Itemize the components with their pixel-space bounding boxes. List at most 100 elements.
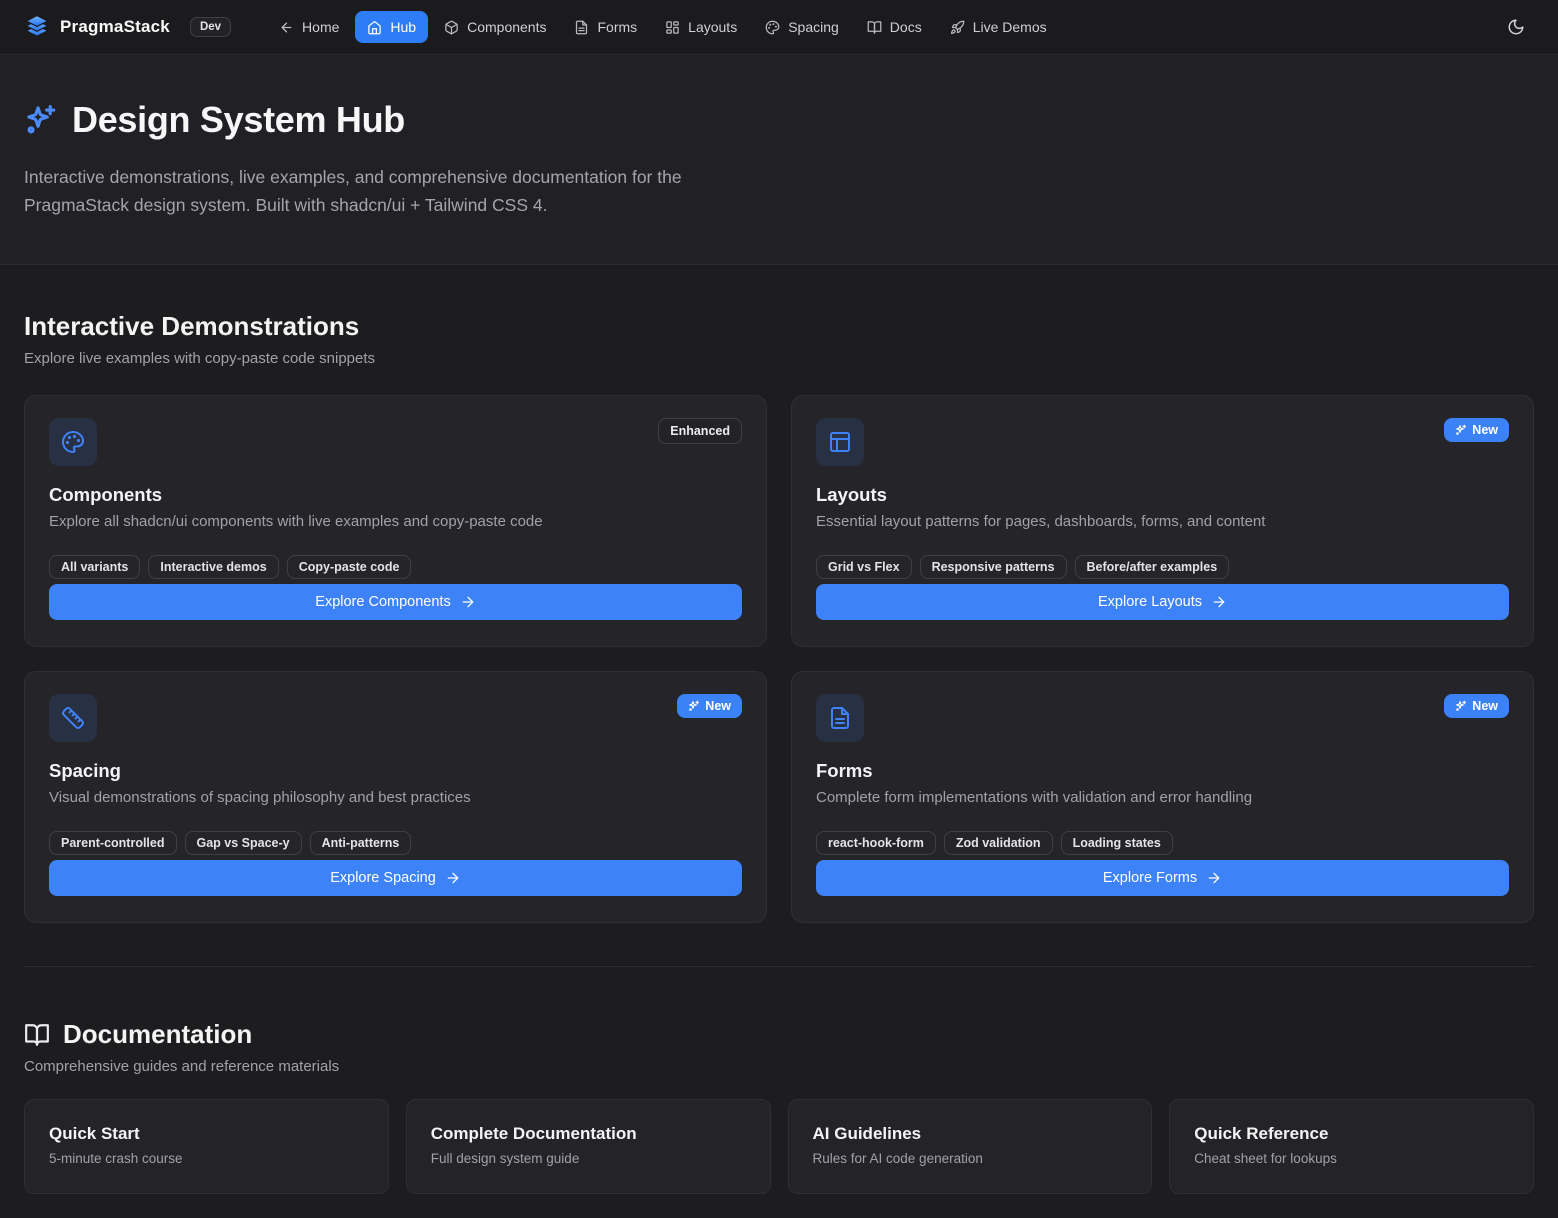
- doc-card-title: Complete Documentation: [431, 1124, 746, 1144]
- main-content: Interactive Demonstrations Explore live …: [0, 311, 1558, 1211]
- package-icon: [444, 20, 459, 35]
- brand-name: PragmaStack: [60, 17, 170, 37]
- feature-tag: All variants: [49, 555, 140, 579]
- arrow-right-icon: [445, 870, 461, 886]
- feature-tag: Responsive patterns: [920, 555, 1067, 579]
- page-title: Design System Hub: [72, 99, 405, 141]
- demo-card-components: Enhanced Components Explore all shadcn/u…: [24, 395, 767, 647]
- explore-components-button[interactable]: Explore Components: [49, 584, 742, 620]
- demos-section-heading: Interactive Demonstrations: [24, 311, 1534, 342]
- feature-tag: Gap vs Space-y: [185, 831, 302, 855]
- book-open-icon: [24, 1022, 50, 1048]
- docs-section-heading: Documentation: [63, 1019, 252, 1050]
- tag-row: react-hook-formZod validationLoading sta…: [816, 831, 1509, 855]
- doc-card-subtitle: Full design system guide: [431, 1151, 746, 1166]
- card-description: Complete form implementations with valid…: [816, 789, 1509, 806]
- nav-item-live-demos[interactable]: Live Demos: [938, 11, 1059, 43]
- nav-item-docs[interactable]: Docs: [855, 11, 934, 43]
- file-text-icon: [816, 694, 864, 742]
- arrow-right-icon: [1211, 594, 1227, 610]
- doc-card-title: Quick Reference: [1194, 1124, 1509, 1144]
- palette-icon: [49, 418, 97, 466]
- doc-card-ai-guidelines[interactable]: AI Guidelines Rules for AI code generati…: [788, 1099, 1153, 1194]
- docs-section-subheading: Comprehensive guides and reference mater…: [24, 1058, 1534, 1075]
- layers-logo-icon: [24, 14, 50, 40]
- palette-icon: [765, 20, 780, 35]
- sparkles-icon: [1455, 424, 1467, 436]
- feature-tag: Interactive demos: [148, 555, 278, 579]
- card-description: Visual demonstrations of spacing philoso…: [49, 789, 742, 806]
- card-title: Layouts: [816, 484, 1509, 506]
- layout-dashboard-icon: [665, 20, 680, 35]
- doc-card-subtitle: Cheat sheet for lookups: [1194, 1151, 1509, 1166]
- doc-card-complete-documentation[interactable]: Complete Documentation Full design syste…: [406, 1099, 771, 1194]
- section-divider: [24, 966, 1534, 967]
- arrow-right-icon: [1206, 870, 1222, 886]
- new-badge: New: [1444, 418, 1509, 442]
- doc-card-quick-reference[interactable]: Quick Reference Cheat sheet for lookups: [1169, 1099, 1534, 1194]
- feature-tag: Copy-paste code: [287, 555, 412, 579]
- new-badge: New: [1444, 694, 1509, 718]
- card-title: Components: [49, 484, 742, 506]
- demo-card-spacing: New Spacing Visual demonstrations of spa…: [24, 671, 767, 923]
- card-description: Explore all shadcn/ui components with li…: [49, 513, 742, 530]
- home-icon: [367, 20, 382, 35]
- book-open-icon: [867, 20, 882, 35]
- theme-toggle-button[interactable]: [1498, 9, 1534, 45]
- nav-item-hub[interactable]: Hub: [355, 11, 428, 43]
- nav-item-label: Spacing: [788, 19, 839, 35]
- arrow-right-icon: [460, 594, 476, 610]
- nav-item-label: Components: [467, 19, 546, 35]
- tag-row: Grid vs Flex Responsive patterns Before/af…: [816, 555, 1509, 579]
- demos-section-subheading: Explore live examples with copy-paste co…: [24, 350, 1534, 367]
- feature-tag: Loading states: [1061, 831, 1173, 855]
- ruler-icon: [49, 694, 97, 742]
- nav-item-components[interactable]: Components: [432, 11, 558, 43]
- feature-tag: Grid vs Flex: [816, 555, 912, 579]
- nav-item-label: Hub: [390, 19, 416, 35]
- new-badge: New: [677, 694, 742, 718]
- nav-item-label: Docs: [890, 19, 922, 35]
- file-text-icon: [574, 20, 589, 35]
- feature-tag: Parent-controlled: [49, 831, 177, 855]
- card-description: Essential layout patterns for pages, das…: [816, 513, 1509, 530]
- doc-card-subtitle: Rules for AI code generation: [813, 1151, 1128, 1166]
- rocket-icon: [950, 20, 965, 35]
- demo-card-grid: Enhanced Components Explore all shadcn/u…: [24, 395, 1534, 923]
- feature-tag: Anti-patterns: [310, 831, 412, 855]
- main-nav: Home Hub Components Forms Layouts Spacing Docs…: [267, 11, 1059, 43]
- nav-item-home[interactable]: Home: [267, 11, 351, 43]
- nav-item-spacing[interactable]: Spacing: [753, 11, 851, 43]
- feature-tag: react-hook-form: [816, 831, 936, 855]
- tag-row: Parent-controlled Gap vs Space-y Anti-patt…: [49, 831, 742, 855]
- sparkles-icon: [688, 700, 700, 712]
- brand[interactable]: PragmaStack Dev: [24, 14, 231, 40]
- explore-forms-button[interactable]: Explore Forms: [816, 860, 1509, 896]
- nav-item-forms[interactable]: Forms: [562, 11, 649, 43]
- card-title: Spacing: [49, 760, 742, 782]
- doc-card-title: AI Guidelines: [813, 1124, 1128, 1144]
- nav-item-label: Forms: [597, 19, 637, 35]
- tag-row: All variants Interactive demos Copy-paste …: [49, 555, 742, 579]
- nav-item-layouts[interactable]: Layouts: [653, 11, 749, 43]
- feature-tag: Before/after examples: [1075, 555, 1230, 579]
- enhanced-badge: Enhanced: [658, 418, 742, 444]
- card-title: Forms: [816, 760, 1509, 782]
- doc-card-quick-start[interactable]: Quick Start 5-minute crash course: [24, 1099, 389, 1194]
- explore-spacing-button[interactable]: Explore Spacing: [49, 860, 742, 896]
- nav-item-label: Home: [302, 19, 339, 35]
- demo-card-forms: New Forms Complete form implementations …: [791, 671, 1534, 923]
- hero-section: Design System Hub Interactive demonstrat…: [0, 55, 1558, 265]
- nav-item-label: Live Demos: [973, 19, 1047, 35]
- sparkles-icon: [24, 103, 58, 137]
- nav-item-label: Layouts: [688, 19, 737, 35]
- sparkles-icon: [1455, 700, 1467, 712]
- hero-description: Interactive demonstrations, live example…: [24, 163, 772, 219]
- panels-top-left-icon: [816, 418, 864, 466]
- moon-icon: [1507, 18, 1525, 36]
- dev-badge: Dev: [190, 17, 231, 37]
- arrow-left-icon: [279, 20, 294, 35]
- explore-layouts-button[interactable]: Explore Layouts: [816, 584, 1509, 620]
- doc-card-subtitle: 5-minute crash course: [49, 1151, 364, 1166]
- demo-card-layouts: New Layouts Essential layout patterns fo…: [791, 395, 1534, 647]
